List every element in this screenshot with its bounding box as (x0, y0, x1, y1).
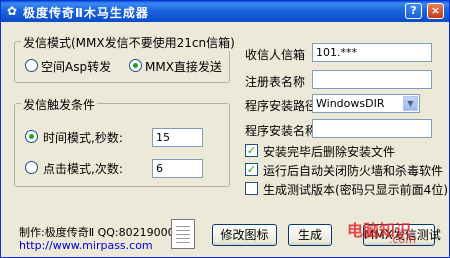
watermark-url: .com (389, 233, 416, 246)
delete-installer-label[interactable]: 安装完毕后删除安装文件 (263, 143, 395, 160)
time-mode-label[interactable]: 时间模式,秒数: (43, 129, 123, 146)
checkbox-delete-installer[interactable]: ✓ (245, 144, 258, 157)
generate-button[interactable]: 生成 (288, 224, 332, 246)
install-path-label: 程序安装路径 (245, 99, 318, 113)
checkbox-test-version[interactable] (245, 182, 258, 195)
website-link[interactable]: http://www.mirpass.com (19, 239, 153, 252)
install-name-label: 程序安装名称 (245, 124, 318, 138)
author-text: 制作:极度传奇Ⅱ QQ:80219000 (19, 226, 175, 239)
radio-click-mode[interactable] (25, 161, 38, 174)
main-window: ✿ 极度传奇Ⅱ木马生成器 ? × 发信模式(MMX发信不要使用21cn信箱) 空… (0, 0, 450, 258)
radio-time-mode[interactable] (25, 130, 38, 143)
radio-asp-forward[interactable] (25, 59, 38, 72)
recipient-label: 收信人信箱 (245, 48, 306, 62)
click-mode-label[interactable]: 点击模式,次数: (43, 160, 123, 177)
checkbox-disable-firewall[interactable]: ✓ (245, 163, 258, 176)
registry-name-label: 注册表名称 (245, 75, 306, 89)
radio-mmx-direct[interactable] (129, 59, 142, 72)
change-icon-button[interactable]: 修改图标 (212, 224, 277, 246)
install-name-input[interactable] (312, 119, 432, 138)
disable-firewall-label[interactable]: 运行后自动关闭防火墙和杀毒软件 (263, 162, 443, 179)
mmx-direct-label[interactable]: MMX直接发送 (145, 58, 222, 75)
title-bar[interactable]: ✿ 极度传奇Ⅱ木马生成器 ? × (1, 1, 449, 22)
send-mode-legend: 发信模式(MMX发信不要使用21cn信箱) (21, 34, 237, 51)
install-path-value: WindowsDIR (316, 97, 385, 110)
test-version-label[interactable]: 生成测试版本(密码只显示前面4位) (263, 181, 448, 198)
registry-name-input[interactable] (312, 70, 432, 89)
document-icon (171, 219, 195, 249)
close-button[interactable]: × (427, 3, 444, 19)
app-icon: ✿ (6, 4, 18, 18)
asp-forward-label[interactable]: 空间Asp转发 (41, 58, 111, 75)
help-button[interactable]: ? (405, 3, 422, 19)
window-title: 极度传奇Ⅱ木马生成器 (23, 6, 149, 20)
time-seconds-input[interactable] (152, 128, 203, 147)
chevron-down-icon[interactable]: ▼ (403, 96, 418, 111)
install-path-select[interactable]: WindowsDIR ▼ (312, 94, 420, 113)
click-count-input[interactable] (152, 159, 203, 178)
trigger-legend: 发信触发条件 (21, 96, 98, 113)
recipient-email-input[interactable] (312, 43, 432, 62)
